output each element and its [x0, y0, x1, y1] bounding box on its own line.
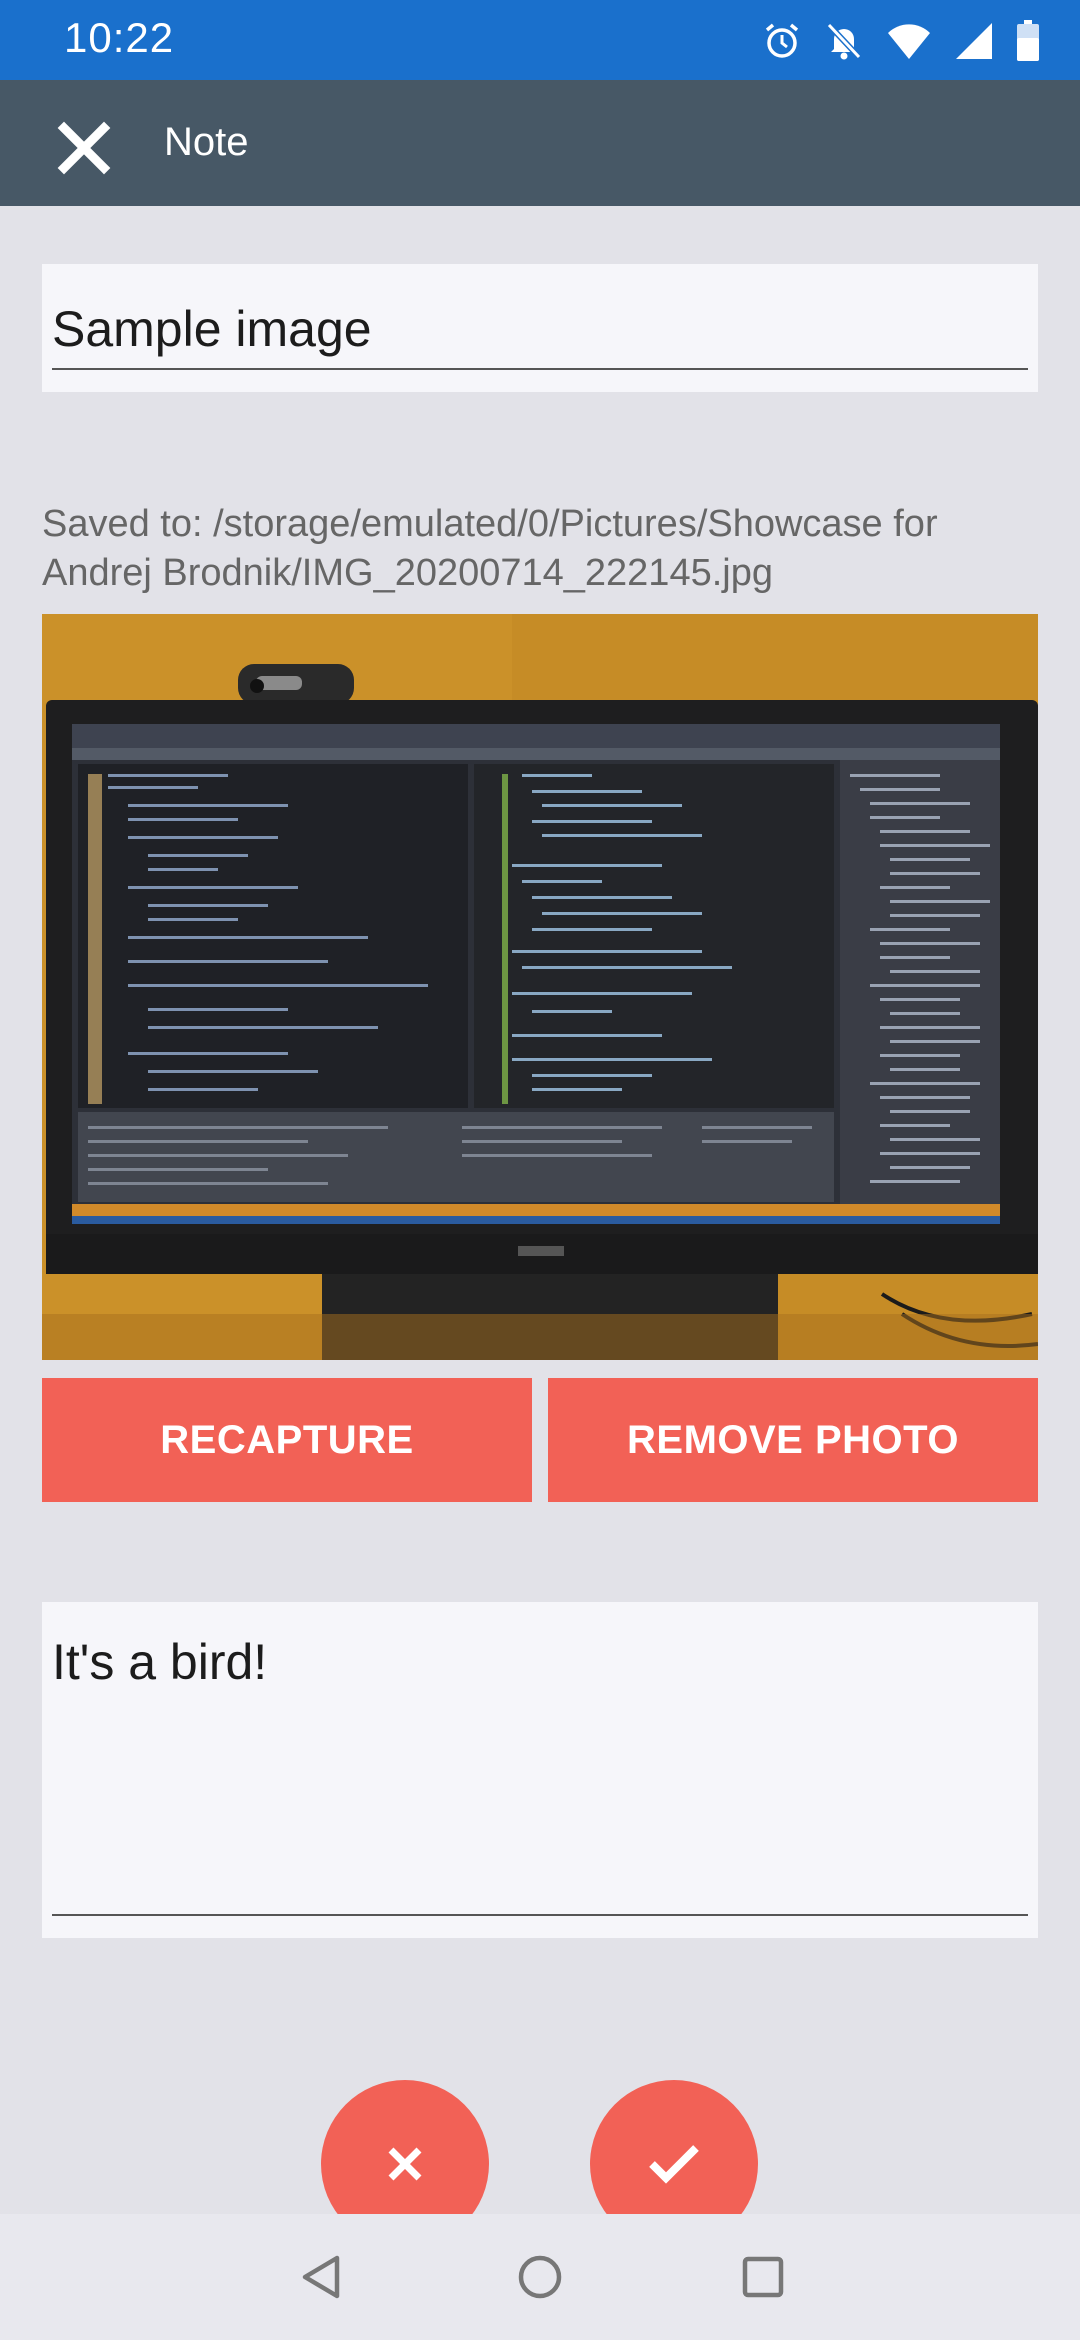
- body-field-container: It's a bird!: [42, 1602, 1038, 1938]
- recents-icon: [742, 2256, 784, 2298]
- title-field-container: [42, 264, 1038, 392]
- navigation-bar: [0, 2214, 1080, 2340]
- photo-image: [42, 614, 1038, 1360]
- body-underline: [52, 1914, 1028, 1916]
- battery-icon: [1017, 20, 1039, 61]
- title-input[interactable]: [52, 294, 1028, 364]
- home-button[interactable]: [515, 2252, 565, 2302]
- close-button[interactable]: [52, 116, 116, 180]
- title-underline: [52, 368, 1028, 370]
- app-bar: Note: [0, 80, 1080, 206]
- back-icon: [302, 2255, 340, 2299]
- home-icon: [518, 2255, 562, 2299]
- status-time: 10:22: [64, 14, 175, 61]
- saved-path-text: Saved to: /storage/emulated/0/Pictures/S…: [42, 503, 938, 594]
- notifications-off-icon: [826, 22, 862, 60]
- note-body-input[interactable]: It's a bird!: [52, 1632, 1028, 1892]
- close-icon: [57, 121, 111, 175]
- page-title: Note: [164, 120, 249, 164]
- status-bar: 10:22: [0, 0, 1080, 80]
- signal-icon: [956, 23, 992, 59]
- close-icon: [388, 2147, 422, 2181]
- recents-button[interactable]: [738, 2252, 788, 2302]
- remove-photo-button[interactable]: REMOVE PHOTO: [548, 1378, 1038, 1502]
- status-icons: [762, 18, 1040, 64]
- alarm-icon: [765, 23, 799, 58]
- wifi-icon: [888, 24, 930, 59]
- check-icon: [649, 2145, 699, 2184]
- back-button[interactable]: [297, 2252, 347, 2302]
- recapture-button[interactable]: RECAPTURE: [42, 1378, 532, 1502]
- note-photo: [42, 614, 1038, 1360]
